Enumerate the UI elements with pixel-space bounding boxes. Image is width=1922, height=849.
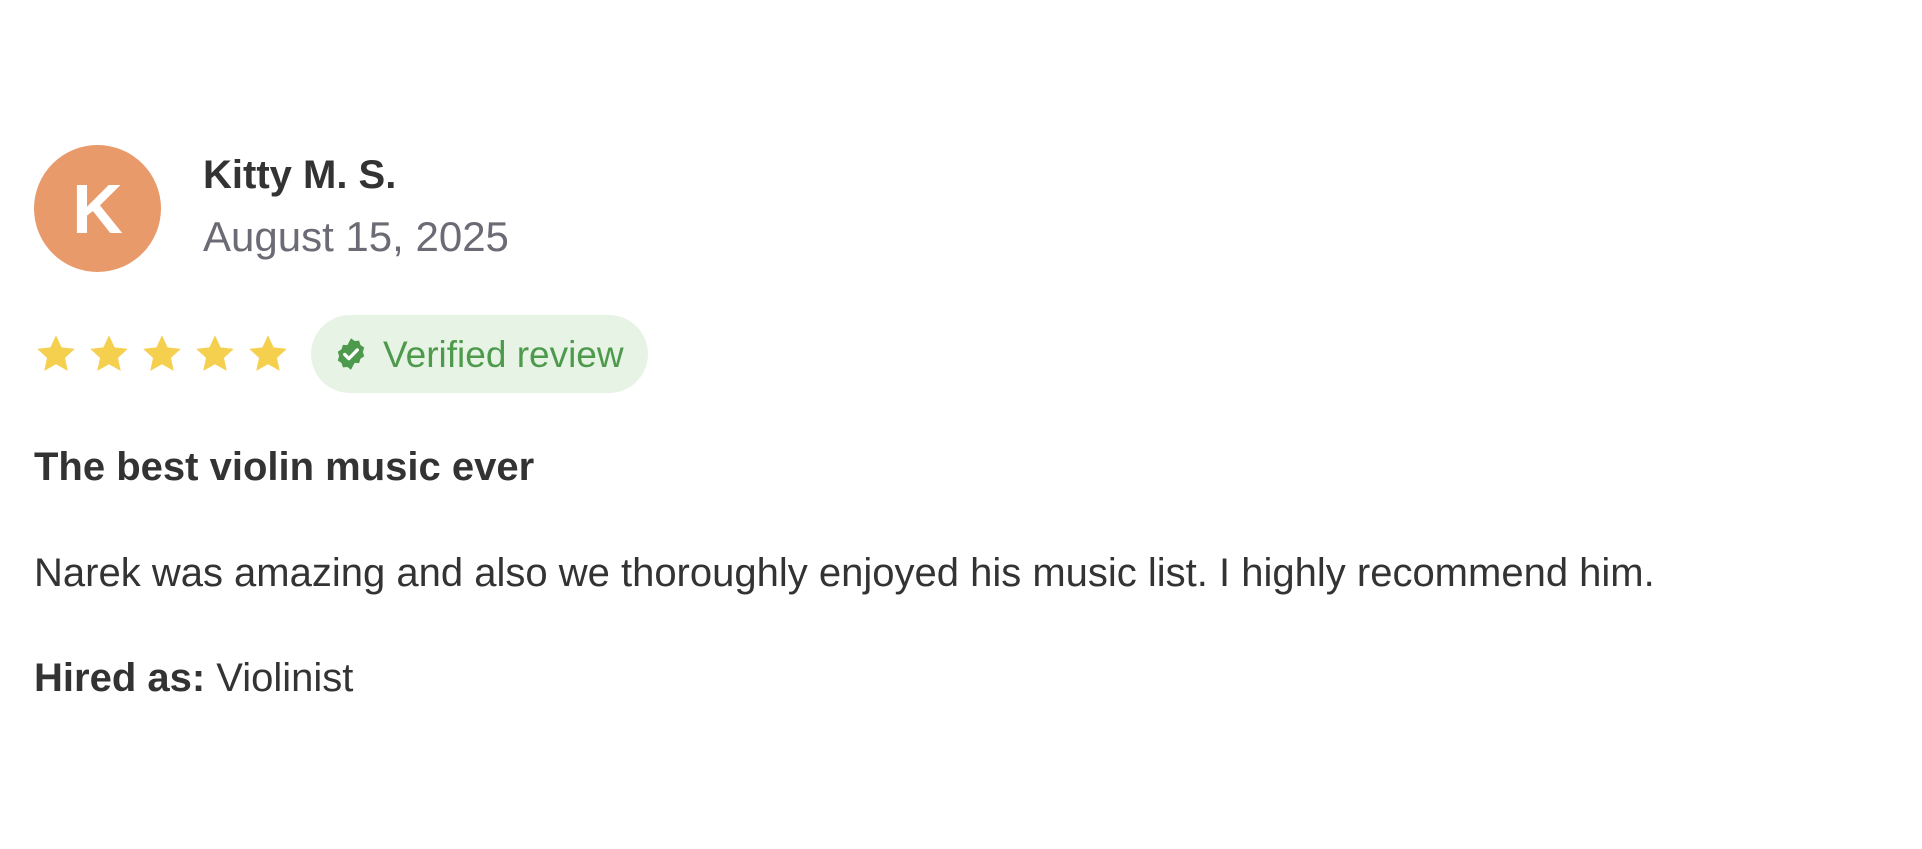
star-icon [143,335,181,371]
review-card: K Kitty M. S. August 15, 2025 Verified r… [34,145,1894,702]
star-icon [249,335,287,371]
star-icon [90,335,128,371]
hired-as-value: Violinist [216,656,354,700]
review-date: August 15, 2025 [203,212,509,260]
avatar: K [34,145,161,272]
reviewer-name: Kitty M. S. [203,152,397,197]
verified-review-label: Verified review [383,333,624,375]
avatar-initial: K [72,169,123,248]
review-header: K Kitty M. S. August 15, 2025 [34,145,1894,272]
star-icon [37,335,75,371]
verified-check-icon [337,338,365,370]
hired-as: Hired as: Violinist [34,654,1894,702]
review-title: The best violin music ever [34,445,535,489]
star-rating [34,332,299,376]
verified-review-badge: Verified review [311,315,648,393]
review-body: Narek was amazing and also we thoroughly… [34,551,1655,595]
hired-as-label: Hired as: [34,656,206,700]
rating-row: Verified review [34,315,1894,393]
reviewer-info: Kitty M. S. August 15, 2025 [203,153,509,263]
star-icon [196,335,234,371]
